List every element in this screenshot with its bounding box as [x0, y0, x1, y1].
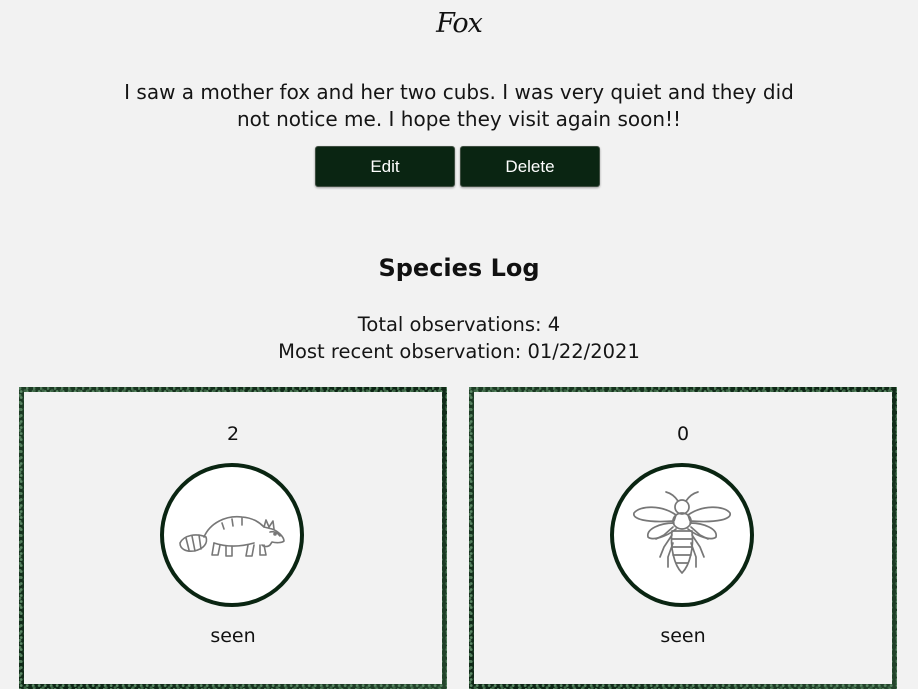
species-count: 2	[226, 423, 240, 445]
observation-note: I saw a mother fox and her two cubs. I w…	[124, 80, 794, 131]
delete-button[interactable]: Delete	[460, 146, 600, 187]
species-card-body: 0 seen	[474, 392, 892, 684]
species-status: seen	[210, 625, 256, 647]
species-card-body: 2 seen	[24, 392, 442, 684]
edit-button[interactable]: Edit	[315, 146, 455, 187]
species-badge[interactable]	[160, 463, 304, 607]
species-card-raccoon: 2 seen	[19, 387, 447, 689]
observation-title: Fox	[436, 8, 483, 39]
observation-page: Fox I saw a mother fox and her two cubs.…	[0, 0, 918, 689]
species-log-stats: Total observations: 4 Most recent observ…	[0, 311, 918, 365]
total-observations: Total observations: 4	[357, 313, 561, 336]
observation-actions: Edit Delete	[315, 146, 605, 187]
species-log-heading: Species Log	[378, 254, 540, 282]
raccoon-icon	[179, 515, 285, 557]
most-recent-observation: Most recent observation: 01/22/2021	[278, 340, 640, 363]
bee-icon	[633, 491, 731, 574]
species-status: seen	[660, 625, 706, 647]
species-badge[interactable]	[610, 463, 754, 607]
species-card-bee: 0 seen	[469, 387, 897, 689]
species-count: 0	[676, 423, 690, 445]
